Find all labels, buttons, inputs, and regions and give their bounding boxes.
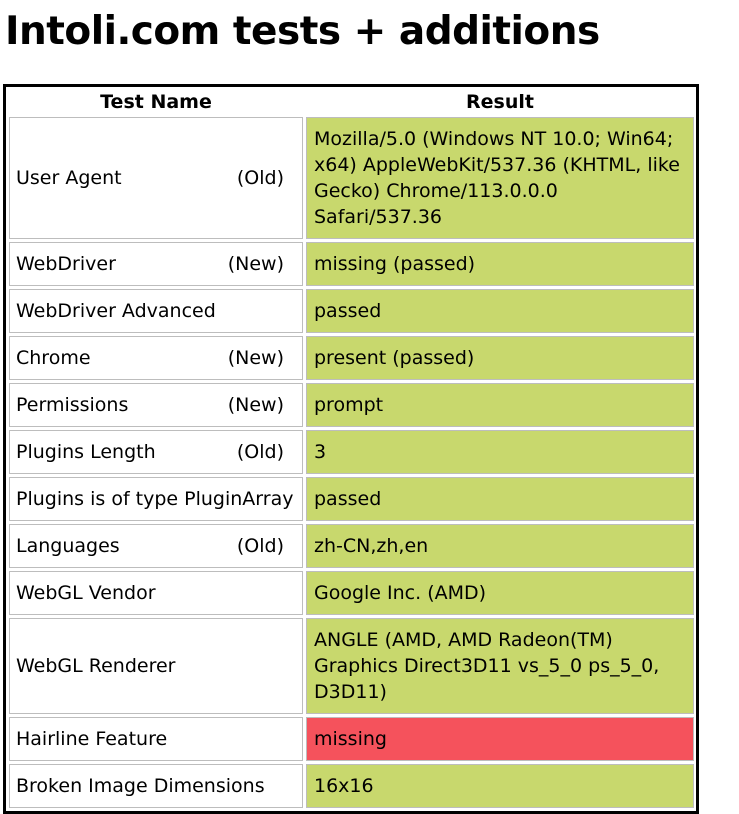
test-name-label: WebGL Renderer bbox=[16, 655, 176, 677]
table-row: Chrome (New) present (passed) bbox=[9, 336, 694, 380]
table-row: WebDriver Advanced passed bbox=[9, 289, 694, 333]
test-age-tag: (Old) bbox=[236, 535, 284, 557]
test-age-tag: (New) bbox=[227, 394, 284, 416]
table-row: Plugins is of type PluginArray passed bbox=[9, 477, 694, 521]
test-name-cell: WebGL Renderer bbox=[9, 618, 303, 714]
test-age-tag: (Old) bbox=[236, 441, 284, 463]
test-name-cell: Plugins is of type PluginArray bbox=[9, 477, 303, 521]
test-name-label: WebGL Vendor bbox=[16, 582, 156, 604]
test-result-cell: prompt bbox=[306, 383, 694, 427]
test-name-wrapper: Hairline Feature bbox=[16, 726, 296, 752]
test-result-cell: passed bbox=[306, 477, 694, 521]
table-row: Hairline Feature missing bbox=[9, 717, 694, 761]
test-result-cell: Google Inc. (AMD) bbox=[306, 571, 694, 615]
results-table: Test Name Result User Agent (Old) Mozilla/… bbox=[6, 87, 697, 811]
test-name-wrapper: Languages (Old) bbox=[16, 533, 296, 559]
table-row: WebGL Renderer ANGLE (AMD, AMD Radeon(TM)… bbox=[9, 618, 694, 714]
test-name-cell: WebDriver (New) bbox=[9, 242, 303, 286]
table-row: Permissions (New) prompt bbox=[9, 383, 694, 427]
table-row: WebGL Vendor Google Inc. (AMD) bbox=[9, 571, 694, 615]
test-name-label: Plugins Length bbox=[16, 441, 156, 463]
test-name-label: User Agent bbox=[16, 167, 122, 189]
test-result-cell: zh-CN,zh,en bbox=[306, 524, 694, 568]
table-row: WebDriver (New) missing (passed) bbox=[9, 242, 694, 286]
table-row: Languages (Old) zh-CN,zh,en bbox=[9, 524, 694, 568]
test-name-wrapper: WebDriver Advanced bbox=[16, 298, 296, 324]
test-name-wrapper: Broken Image Dimensions bbox=[16, 773, 296, 799]
test-result-cell: present (passed) bbox=[306, 336, 694, 380]
test-name-label: Plugins is of type PluginArray bbox=[16, 488, 294, 510]
test-name-wrapper: Plugins Length (Old) bbox=[16, 439, 296, 465]
page-title: Intoli.com tests + additions bbox=[5, 9, 600, 54]
test-name-cell: Plugins Length (Old) bbox=[9, 430, 303, 474]
test-result-cell: ANGLE (AMD, AMD Radeon(TM) Graphics Dire… bbox=[306, 618, 694, 714]
test-name-label: WebDriver bbox=[16, 253, 116, 275]
test-name-wrapper: WebGL Vendor bbox=[16, 580, 296, 606]
header-test-name: Test Name bbox=[100, 91, 212, 113]
test-name-label: Languages bbox=[16, 535, 120, 557]
test-name-cell: Permissions (New) bbox=[9, 383, 303, 427]
test-name-cell: Languages (Old) bbox=[9, 524, 303, 568]
results-table-container: Test Name Result User Agent (Old) Mozilla/… bbox=[3, 84, 699, 814]
test-name-cell: WebGL Vendor bbox=[9, 571, 303, 615]
test-result-cell: 16x16 bbox=[306, 764, 694, 808]
table-header-row: Test Name Result bbox=[9, 90, 694, 114]
test-name-label: Broken Image Dimensions bbox=[16, 775, 265, 797]
test-result-cell: Mozilla/5.0 (Windows NT 10.0; Win64; x64… bbox=[306, 117, 694, 239]
test-name-cell: WebDriver Advanced bbox=[9, 289, 303, 333]
test-age-tag: (Old) bbox=[236, 167, 284, 189]
test-name-label: WebDriver Advanced bbox=[16, 300, 216, 322]
test-name-wrapper: Chrome (New) bbox=[16, 345, 296, 371]
test-result-cell: passed bbox=[306, 289, 694, 333]
test-name-wrapper: Plugins is of type PluginArray bbox=[16, 486, 296, 512]
test-name-wrapper: WebDriver (New) bbox=[16, 251, 296, 277]
test-name-cell: Chrome (New) bbox=[9, 336, 303, 380]
test-name-cell: Broken Image Dimensions bbox=[9, 764, 303, 808]
test-result-cell: missing (passed) bbox=[306, 242, 694, 286]
header-result: Result bbox=[466, 91, 534, 113]
table-row: User Agent (Old) Mozilla/5.0 (Windows NT 1… bbox=[9, 117, 694, 239]
test-name-cell: User Agent (Old) bbox=[9, 117, 303, 239]
test-name-wrapper: User Agent (Old) bbox=[16, 165, 296, 191]
test-name-label: Hairline Feature bbox=[16, 728, 168, 750]
test-result-cell: missing bbox=[306, 717, 694, 761]
test-name-wrapper: Permissions (New) bbox=[16, 392, 296, 418]
table-row: Plugins Length (Old) 3 bbox=[9, 430, 694, 474]
test-result-cell: 3 bbox=[306, 430, 694, 474]
test-name-label: Chrome bbox=[16, 347, 91, 369]
test-age-tag: (New) bbox=[227, 347, 284, 369]
test-name-label: Permissions bbox=[16, 394, 129, 416]
test-age-tag: (New) bbox=[227, 253, 284, 275]
table-row: Broken Image Dimensions 16x16 bbox=[9, 764, 694, 808]
test-name-cell: Hairline Feature bbox=[9, 717, 303, 761]
test-name-wrapper: WebGL Renderer bbox=[16, 653, 296, 679]
